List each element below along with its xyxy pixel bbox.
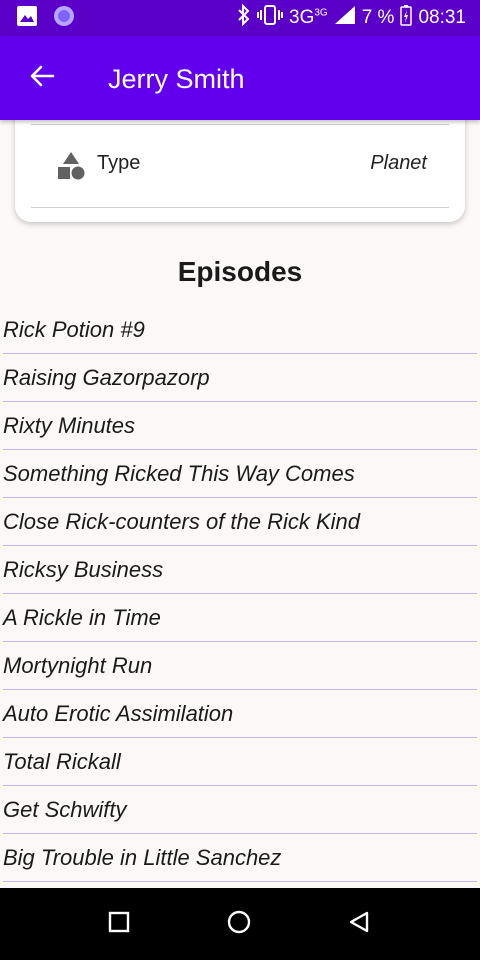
recents-square-icon [108, 911, 130, 938]
list-item[interactable]: Ricksy Business [3, 546, 477, 594]
app-bar: Jerry Smith [0, 36, 480, 120]
list-item[interactable]: Rixty Minutes [3, 402, 477, 450]
episode-title: Rixty Minutes [3, 412, 136, 438]
back-arrow-icon [29, 63, 55, 94]
battery-charging-icon [400, 4, 413, 32]
list-item[interactable]: Raising Gazorpazorp [3, 354, 477, 402]
episode-title: A Rickle in Time [3, 604, 161, 630]
list-item[interactable]: Close Rick-counters of the Rick Kind [3, 498, 477, 546]
list-item[interactable]: Mortynight Run [3, 642, 477, 690]
bluetooth-icon [237, 3, 251, 32]
nav-back-button[interactable] [339, 904, 379, 944]
vibrate-icon [257, 4, 283, 32]
home-button[interactable] [219, 904, 259, 944]
episode-title: Total Rickall [3, 748, 121, 774]
clock: 08:31 [418, 7, 466, 28]
signal-icon [334, 5, 356, 31]
episode-title: Get Schwifty [3, 796, 127, 822]
episode-title: Big Trouble in Little Sanchez [3, 844, 282, 870]
episode-title: Auto Erotic Assimilation [3, 700, 234, 726]
recents-button[interactable] [99, 904, 139, 944]
image-icon [16, 5, 38, 32]
episode-list: Rick Potion #9 Raising Gazorpazorp Rixty… [0, 306, 480, 882]
network-type: 3G3G [289, 7, 328, 28]
episodes-title: Episodes [177, 256, 303, 287]
type-value: Planet [370, 152, 427, 174]
battery-percent: 7 % [361, 7, 395, 28]
shapes-icon [55, 150, 87, 182]
episode-title: Ricksy Business [3, 556, 164, 582]
episode-title: Mortynight Run [3, 652, 153, 678]
episode-title: Close Rick-counters of the Rick Kind [3, 508, 361, 534]
home-circle-icon [226, 909, 252, 940]
circle-app-icon [52, 4, 76, 33]
back-triangle-icon [347, 910, 371, 939]
list-item[interactable]: Rick Potion #9 [3, 306, 477, 354]
list-item[interactable]: Total Rickall [3, 738, 477, 786]
status-bar: 3G3G 7 % 08:31 [0, 0, 480, 36]
episode-title: Raising Gazorpazorp [3, 364, 210, 390]
divider [31, 124, 449, 125]
divider [31, 207, 449, 208]
list-item[interactable]: Auto Erotic Assimilation [3, 690, 477, 738]
back-button[interactable] [26, 62, 58, 94]
list-item[interactable]: Big Trouble in Little Sanchez [3, 834, 477, 882]
page-title: Jerry Smith [108, 64, 245, 94]
type-label: Type [97, 152, 141, 174]
list-item[interactable]: Get Schwifty [3, 786, 477, 834]
episode-title: Rick Potion #9 [3, 316, 145, 342]
navigation-bar [0, 888, 480, 960]
episode-title: Something Ricked This Way Comes [3, 460, 355, 486]
list-item[interactable]: Something Ricked This Way Comes [3, 450, 477, 498]
list-item[interactable]: A Rickle in Time [3, 594, 477, 642]
